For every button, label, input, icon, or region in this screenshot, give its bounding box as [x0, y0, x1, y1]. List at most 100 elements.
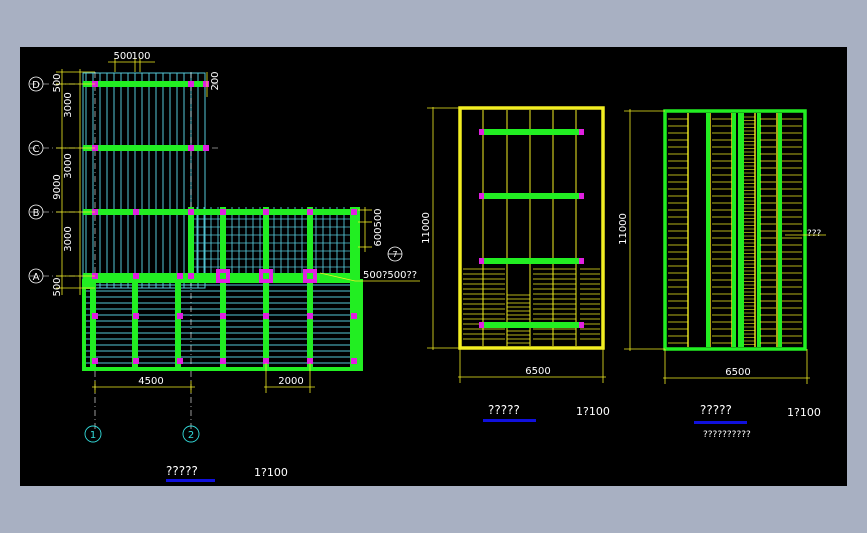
axis-label-1: 1 — [90, 430, 96, 441]
right-plan-title: ????? — [700, 403, 732, 417]
column-node — [133, 273, 139, 279]
column-core — [263, 273, 269, 279]
beam — [132, 281, 138, 369]
column-node — [579, 322, 584, 328]
column-node — [188, 209, 194, 215]
beam — [757, 113, 761, 347]
column-core — [307, 273, 313, 279]
left-title-underline — [166, 479, 215, 482]
right-width-dim: 6500 — [725, 367, 750, 378]
right-height-dimension — [624, 109, 665, 351]
column-node — [177, 273, 183, 279]
right-side-label: ??? — [807, 229, 822, 239]
beam — [220, 281, 226, 369]
column-node — [479, 322, 484, 328]
axis-label-B: B — [33, 208, 40, 219]
mid-width-dim: 6500 — [525, 366, 550, 377]
mid-title-underline — [483, 419, 536, 422]
beam — [481, 129, 582, 135]
right-title-underline — [694, 421, 747, 424]
right-floor-plan: 11000 6500 ??? ????? ?????????? 1?100 — [618, 109, 826, 440]
beam-layer — [82, 81, 363, 371]
column-node — [579, 258, 584, 264]
beam — [263, 281, 269, 369]
dim-left-500-top: 500 — [52, 73, 63, 92]
dim-left-3000-c: 3000 — [63, 226, 74, 251]
middle-floor-plan: 11000 6500 ????? 1?100 — [421, 106, 610, 422]
column-node — [479, 258, 484, 264]
column-node — [307, 313, 313, 319]
column-node — [203, 145, 209, 151]
column-node — [579, 129, 584, 135]
axis-label-C: C — [33, 144, 40, 155]
column-node — [479, 129, 484, 135]
column-node — [220, 209, 226, 215]
column-node — [579, 193, 584, 199]
dim-right-600: 600 — [373, 227, 384, 246]
mid-plan-scale: 1?100 — [576, 405, 610, 418]
column-node — [351, 313, 357, 319]
right-height-dim: 11000 — [618, 213, 629, 245]
left-floor-plan: 500 3000 3000 9000 3000 500 D C B A 500 … — [28, 51, 420, 482]
middle-outer-frame — [458, 106, 605, 350]
dim-left-9000: 9000 — [52, 174, 63, 199]
dim-left-500-bottom: 500 — [52, 277, 63, 296]
beam — [350, 207, 360, 367]
right-plan-scale: 1?100 — [787, 406, 821, 419]
beam — [307, 207, 313, 277]
column-node — [220, 358, 226, 364]
beam — [481, 322, 582, 328]
dim-bottom-4500: 4500 — [138, 376, 163, 387]
mid-plan-title: ????? — [488, 403, 520, 417]
axis-label-D: D — [32, 80, 40, 91]
drawing-sheet: 500 3000 3000 9000 3000 500 D C B A 500 … — [28, 51, 826, 482]
dim-left-3000-a: 3000 — [63, 92, 74, 117]
column-node — [133, 313, 139, 319]
beam — [738, 113, 744, 347]
beam — [706, 113, 710, 347]
beam — [83, 145, 205, 151]
dim-right-200: 200 — [210, 71, 221, 90]
column-node — [351, 358, 357, 364]
beam — [732, 113, 736, 347]
left-plan-title: ????? — [166, 464, 198, 478]
column-node — [92, 358, 98, 364]
column-node — [177, 313, 183, 319]
axis-bubble-1[interactable]: 1 — [84, 425, 102, 443]
column-node — [307, 209, 313, 215]
column-node — [92, 313, 98, 319]
callout-text: 500?500?? — [363, 270, 417, 281]
column-node — [351, 209, 357, 215]
upper-outline — [82, 72, 206, 289]
column-node — [133, 209, 139, 215]
right-plan-subtitle: ?????????? — [703, 430, 751, 440]
beam — [220, 207, 226, 277]
upper-joist-grid — [82, 72, 206, 289]
beam — [83, 81, 205, 87]
column-node — [177, 358, 183, 364]
column-node — [479, 193, 484, 199]
right-joists — [668, 113, 802, 347]
dim-bottom-2000: 2000 — [278, 376, 303, 387]
dim-left-3000-b: 3000 — [63, 153, 74, 178]
column-core — [220, 273, 226, 279]
beam — [481, 193, 582, 199]
axis-label-A: A — [33, 272, 40, 283]
beam — [307, 281, 313, 369]
dim-top-100: 100 — [131, 51, 150, 62]
beam — [263, 207, 269, 277]
beam — [778, 113, 782, 347]
callout-number: 7 — [392, 250, 397, 259]
column-node — [263, 313, 269, 319]
column-node — [188, 273, 194, 279]
column-node — [188, 145, 194, 151]
middle-joists — [463, 110, 600, 346]
dim-top-500: 500 — [113, 51, 132, 62]
beam — [188, 207, 194, 281]
left-plan-scale: 1?100 — [254, 466, 288, 479]
column-node — [133, 358, 139, 364]
dim-right-500: 500 — [373, 208, 384, 227]
mid-height-dim: 11000 — [421, 212, 432, 244]
cad-canvas[interactable]: 500 3000 3000 9000 3000 500 D C B A 500 … — [20, 47, 847, 486]
column-node — [188, 81, 194, 87]
